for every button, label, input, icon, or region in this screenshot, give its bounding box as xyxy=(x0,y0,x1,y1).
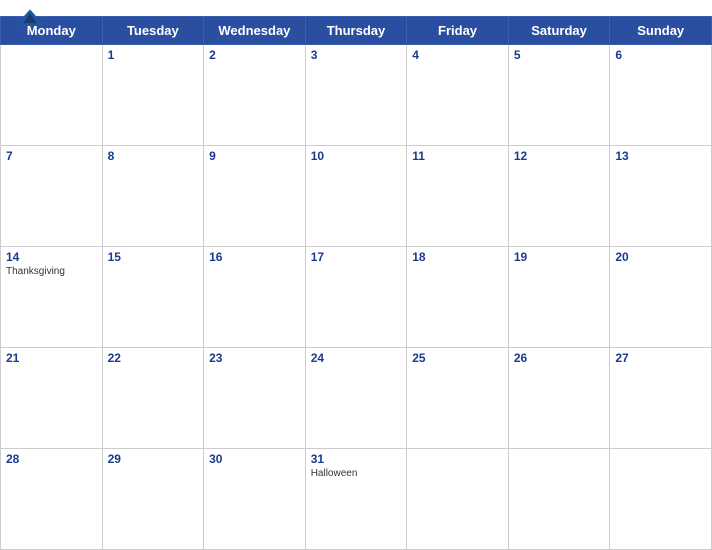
week-row-3: 14 Thanksgiving 15 16 17 18 19 20 xyxy=(1,247,712,348)
calendar-cell: 4 xyxy=(407,45,509,146)
date-number: 6 xyxy=(615,48,706,62)
day-header-thursday: Thursday xyxy=(305,17,407,45)
date-number: 27 xyxy=(615,351,706,365)
calendar-cell: 29 xyxy=(102,449,204,550)
date-number: 21 xyxy=(6,351,97,365)
calendar-cell: 19 xyxy=(508,247,610,348)
calendar-cell: 3 xyxy=(305,45,407,146)
date-number: 11 xyxy=(412,149,503,163)
calendar-cell: 12 xyxy=(508,146,610,247)
date-number: 10 xyxy=(311,149,402,163)
calendar-cell: 8 xyxy=(102,146,204,247)
date-number: 2 xyxy=(209,48,300,62)
calendar-cell: 17 xyxy=(305,247,407,348)
calendar-cell xyxy=(610,449,712,550)
calendar-cell: 7 xyxy=(1,146,103,247)
calendar-cell: 6 xyxy=(610,45,712,146)
day-header-sunday: Sunday xyxy=(610,17,712,45)
calendar-cell: 1 xyxy=(102,45,204,146)
date-number: 1 xyxy=(108,48,199,62)
day-header-saturday: Saturday xyxy=(508,17,610,45)
date-number: 24 xyxy=(311,351,402,365)
date-number: 12 xyxy=(514,149,605,163)
date-number: 29 xyxy=(108,452,199,466)
calendar-cell: 30 xyxy=(204,449,306,550)
logo-icon xyxy=(16,8,44,26)
event-label: Halloween xyxy=(311,468,402,479)
date-number: 28 xyxy=(6,452,97,466)
date-number: 13 xyxy=(615,149,706,163)
week-row-5: 28 29 30 31 Halloween xyxy=(1,449,712,550)
date-number: 8 xyxy=(108,149,199,163)
calendar-header xyxy=(0,0,712,16)
date-number: 30 xyxy=(209,452,300,466)
date-number: 9 xyxy=(209,149,300,163)
date-number: 18 xyxy=(412,250,503,264)
week-row-4: 21 22 23 24 25 26 27 xyxy=(1,348,712,449)
date-number: 25 xyxy=(412,351,503,365)
date-number: 4 xyxy=(412,48,503,62)
calendar-cell: 20 xyxy=(610,247,712,348)
calendar-cell: 22 xyxy=(102,348,204,449)
day-header-tuesday: Tuesday xyxy=(102,17,204,45)
calendar-cell: 2 xyxy=(204,45,306,146)
calendar-cell: 13 xyxy=(610,146,712,247)
event-label: Thanksgiving xyxy=(6,266,97,277)
calendar-cell: 27 xyxy=(610,348,712,449)
date-number: 7 xyxy=(6,149,97,163)
calendar-cell: 28 xyxy=(1,449,103,550)
week-row-2: 789 10 11 12 13 xyxy=(1,146,712,247)
date-number: 22 xyxy=(108,351,199,365)
calendar-cell: 11 xyxy=(407,146,509,247)
day-header-friday: Friday xyxy=(407,17,509,45)
calendar-cell: 26 xyxy=(508,348,610,449)
calendar-cell: 18 xyxy=(407,247,509,348)
calendar-cell: 23 xyxy=(204,348,306,449)
date-number: 5 xyxy=(514,48,605,62)
calendar-container: MondayTuesdayWednesdayThursdayFridaySatu… xyxy=(0,0,712,550)
calendar-cell: 9 xyxy=(204,146,306,247)
logo xyxy=(16,8,44,26)
day-header-wednesday: Wednesday xyxy=(204,17,306,45)
calendar-cell: 10 xyxy=(305,146,407,247)
date-number: 17 xyxy=(311,250,402,264)
days-header-row: MondayTuesdayWednesdayThursdayFridaySatu… xyxy=(1,17,712,45)
date-number: 14 xyxy=(6,250,97,264)
date-number: 20 xyxy=(615,250,706,264)
week-row-1: 123456 xyxy=(1,45,712,146)
calendar-table: MondayTuesdayWednesdayThursdayFridaySatu… xyxy=(0,16,712,550)
calendar-cell: 31 Halloween xyxy=(305,449,407,550)
calendar-cell xyxy=(1,45,103,146)
calendar-cell xyxy=(508,449,610,550)
date-number: 19 xyxy=(514,250,605,264)
date-number: 26 xyxy=(514,351,605,365)
calendar-cell: 21 xyxy=(1,348,103,449)
calendar-cell xyxy=(407,449,509,550)
calendar-cell: 15 xyxy=(102,247,204,348)
calendar-cell: 24 xyxy=(305,348,407,449)
calendar-cell: 25 xyxy=(407,348,509,449)
calendar-cell: 5 xyxy=(508,45,610,146)
date-number: 15 xyxy=(108,250,199,264)
calendar-cell: 14 Thanksgiving xyxy=(1,247,103,348)
date-number: 23 xyxy=(209,351,300,365)
date-number: 3 xyxy=(311,48,402,62)
date-number: 31 xyxy=(311,452,402,466)
date-number: 16 xyxy=(209,250,300,264)
calendar-cell: 16 xyxy=(204,247,306,348)
